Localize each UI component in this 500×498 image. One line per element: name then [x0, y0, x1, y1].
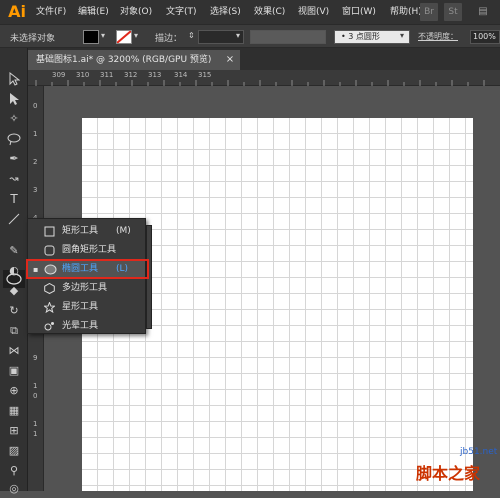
fly-item-polygon[interactable]: 多边形工具 — [28, 279, 145, 298]
ruler-number: 1 — [33, 430, 38, 438]
rounded-rectangle-icon — [44, 245, 55, 256]
menu-type[interactable]: 文字(T) — [166, 5, 197, 19]
document-tab[interactable]: 基础图标1.ai* @ 3200% (RGB/GPU 预览) — [28, 50, 240, 70]
free-transform-tool-icon[interactable]: ▣ — [4, 362, 24, 380]
menu-help[interactable]: 帮助(H) — [390, 5, 422, 19]
no-stroke-icon — [117, 31, 131, 43]
ruler-number: 312 — [124, 71, 138, 79]
control-bar: 未选择对象 ▾ ▾ 描边： ⇕ ▾ • 3 点圆形 ▾ 不透明度： 100% — [0, 24, 500, 48]
perspective-grid-tool-icon[interactable]: ▦ — [4, 402, 24, 420]
tools-panel: ✧ ✒ ↝ T ✎ ◐ ◆ ↻ ⧉ ⋈ ▣ ⊕ ▦ ⊞ ▨ ⚲ ◎ — [0, 48, 28, 495]
ruler-number: 0 — [33, 102, 38, 110]
direct-selection-tool-icon[interactable] — [4, 90, 24, 108]
horizontal-ruler[interactable]: 309 310 311 312 313 314 315 — [28, 70, 500, 86]
ruler-number: 1 — [33, 382, 38, 390]
selection-status: 未选择对象 — [10, 34, 56, 44]
magic-wand-tool-icon[interactable]: ✧ — [4, 110, 24, 128]
fly-item-label: 圆角矩形工具 — [62, 245, 117, 255]
chevron-down-icon[interactable]: ▾ — [236, 31, 240, 40]
highlight-annotation — [26, 259, 149, 279]
ruler-number: 310 — [76, 71, 90, 79]
menu-object[interactable]: 对象(O) — [120, 5, 152, 19]
stroke-swatch[interactable] — [116, 30, 132, 44]
scale-tool-icon[interactable]: ⧉ — [4, 322, 24, 340]
ruler-number: 1 — [33, 130, 38, 138]
eyedropper-tool-icon[interactable]: ⚲ — [4, 462, 24, 480]
curvature-tool-icon[interactable]: ↝ — [4, 170, 24, 188]
menu-view[interactable]: 视图(V) — [298, 5, 329, 19]
fly-item-star[interactable]: 星形工具 — [28, 298, 145, 317]
eraser-tool-icon[interactable]: ◆ — [4, 282, 24, 300]
workspace-icon[interactable]: ▤ — [474, 3, 492, 21]
shortcut-label: (M) — [116, 226, 131, 236]
stroke-label[interactable]: 描边： — [155, 31, 182, 44]
ruler-number: 2 — [33, 158, 38, 166]
chevron-down-icon[interactable]: ▾ — [134, 31, 138, 40]
star-icon — [44, 302, 55, 313]
opacity-field[interactable]: 100% — [470, 30, 500, 44]
gradient-tool-icon[interactable]: ▨ — [4, 442, 24, 460]
ruler-number: 309 — [52, 71, 66, 79]
watermark-url: jb51.net — [460, 447, 498, 457]
menu-bar: Ai 文件(F) 编辑(E) 对象(O) 文字(T) 选择(S) 效果(C) 视… — [0, 0, 500, 24]
lasso-tool-icon[interactable] — [4, 130, 24, 148]
bridge-button[interactable]: Br — [420, 3, 438, 21]
menu-edit[interactable]: 编辑(E) — [78, 5, 109, 19]
width-tool-icon[interactable]: ⋈ — [4, 342, 24, 360]
variable-width-field[interactable] — [250, 30, 326, 44]
ruler-number: 314 — [174, 71, 188, 79]
fly-item-label: 星形工具 — [62, 302, 99, 312]
menu-effect[interactable]: 效果(C) — [254, 5, 285, 19]
chevron-down-icon[interactable]: ▾ — [101, 31, 105, 40]
fill-swatch[interactable] — [83, 30, 99, 44]
shaper-tool-icon[interactable]: ◐ — [4, 262, 24, 280]
close-icon[interactable]: × — [222, 50, 238, 70]
menu-file[interactable]: 文件(F) — [36, 5, 66, 19]
fly-item-rectangle[interactable]: 矩形工具 (M) — [28, 222, 145, 241]
ruler-number: 3 — [33, 186, 38, 194]
menu-window[interactable]: 窗口(W) — [342, 5, 376, 19]
ruler-number: 315 — [198, 71, 212, 79]
chevron-down-icon[interactable]: ▾ — [400, 31, 404, 40]
ruler-number: 311 — [100, 71, 114, 79]
fly-item-label: 矩形工具 — [62, 226, 99, 236]
ruler-number: 0 — [33, 392, 38, 400]
polygon-icon — [44, 283, 55, 294]
fly-item-label: 光晕工具 — [62, 321, 99, 331]
menu-select[interactable]: 选择(S) — [210, 5, 241, 19]
fly-item-flare[interactable]: 光晕工具 — [28, 317, 145, 336]
stepper-icon[interactable]: ⇕ — [188, 31, 195, 40]
line-segment-tool-icon[interactable] — [4, 210, 24, 228]
mesh-tool-icon[interactable]: ⊞ — [4, 422, 24, 440]
selection-tool-icon[interactable] — [4, 70, 24, 88]
paintbrush-tool-icon[interactable]: ✎ — [4, 242, 24, 260]
ruler-number: 1 — [33, 420, 38, 428]
rectangle-icon — [44, 226, 55, 237]
pen-tool-icon[interactable]: ✒ — [4, 150, 24, 168]
fly-item-rounded-rectangle[interactable]: 圆角矩形工具 — [28, 241, 145, 260]
rotate-tool-icon[interactable]: ↻ — [4, 302, 24, 320]
fly-item-label: 多边形工具 — [62, 283, 108, 293]
brush-definition-field[interactable]: • 3 点圆形 — [334, 30, 410, 44]
blend-tool-icon[interactable]: ◎ — [4, 480, 24, 498]
shape-builder-tool-icon[interactable]: ⊕ — [4, 382, 24, 400]
ruler-number: 9 — [33, 354, 38, 362]
stock-button[interactable]: St — [444, 3, 462, 21]
app-logo: Ai — [8, 2, 26, 21]
flare-icon — [44, 322, 54, 331]
watermark-text: 脚本之家 — [416, 464, 481, 483]
opacity-label[interactable]: 不透明度： — [418, 31, 458, 42]
ruler-number: 313 — [148, 71, 162, 79]
type-tool-icon[interactable]: T — [4, 190, 24, 208]
